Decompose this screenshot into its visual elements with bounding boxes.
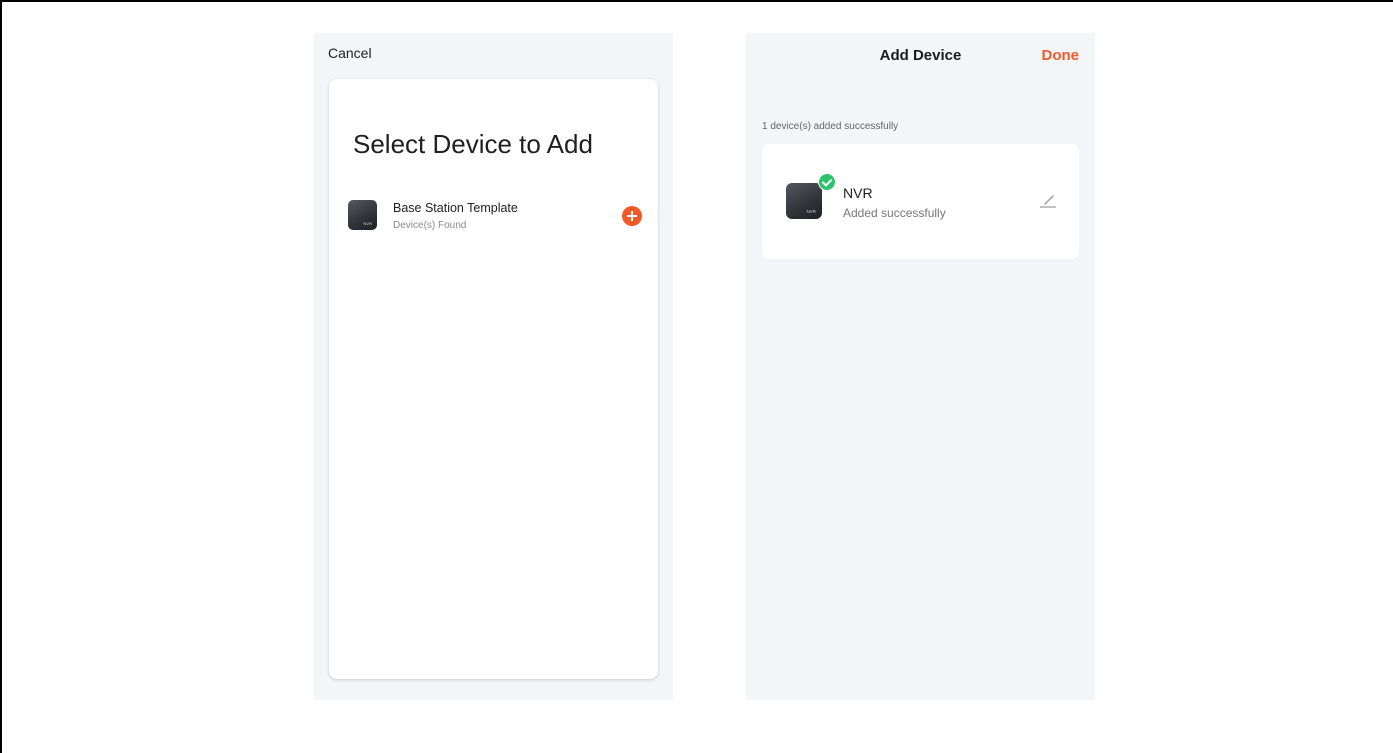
added-device-card: NVR NVR Added successfully <box>762 144 1079 259</box>
device-icon: NVR <box>786 183 822 219</box>
device-name: Base Station Template <box>393 201 518 215</box>
success-count-text: 1 device(s) added successfully <box>762 121 899 132</box>
device-list-card: Select Device to Add NVR Base Station Te… <box>329 79 658 679</box>
check-icon <box>818 173 836 191</box>
page-title: Select Device to Add <box>353 129 593 159</box>
add-device-screen: Add Device Done 1 device(s) added succes… <box>746 33 1095 700</box>
device-icon-tag: NVR <box>363 221 372 226</box>
pencil-icon[interactable] <box>1039 192 1057 208</box>
done-button[interactable]: Done <box>1042 47 1080 64</box>
select-device-screen: Cancel Select Device to Add NVR Base Sta… <box>314 33 673 700</box>
page-frame <box>0 0 1393 753</box>
device-icon: NVR <box>348 200 377 230</box>
cancel-button[interactable]: Cancel <box>328 45 372 61</box>
plus-circle-icon[interactable] <box>622 206 642 226</box>
device-status: Added successfully <box>843 206 946 220</box>
device-icon-tag: NVR <box>806 209 816 214</box>
device-name: NVR <box>843 185 873 201</box>
device-list-item[interactable]: NVR Base Station Template Device(s) Foun… <box>348 199 642 235</box>
device-subtitle: Device(s) Found <box>393 220 467 231</box>
